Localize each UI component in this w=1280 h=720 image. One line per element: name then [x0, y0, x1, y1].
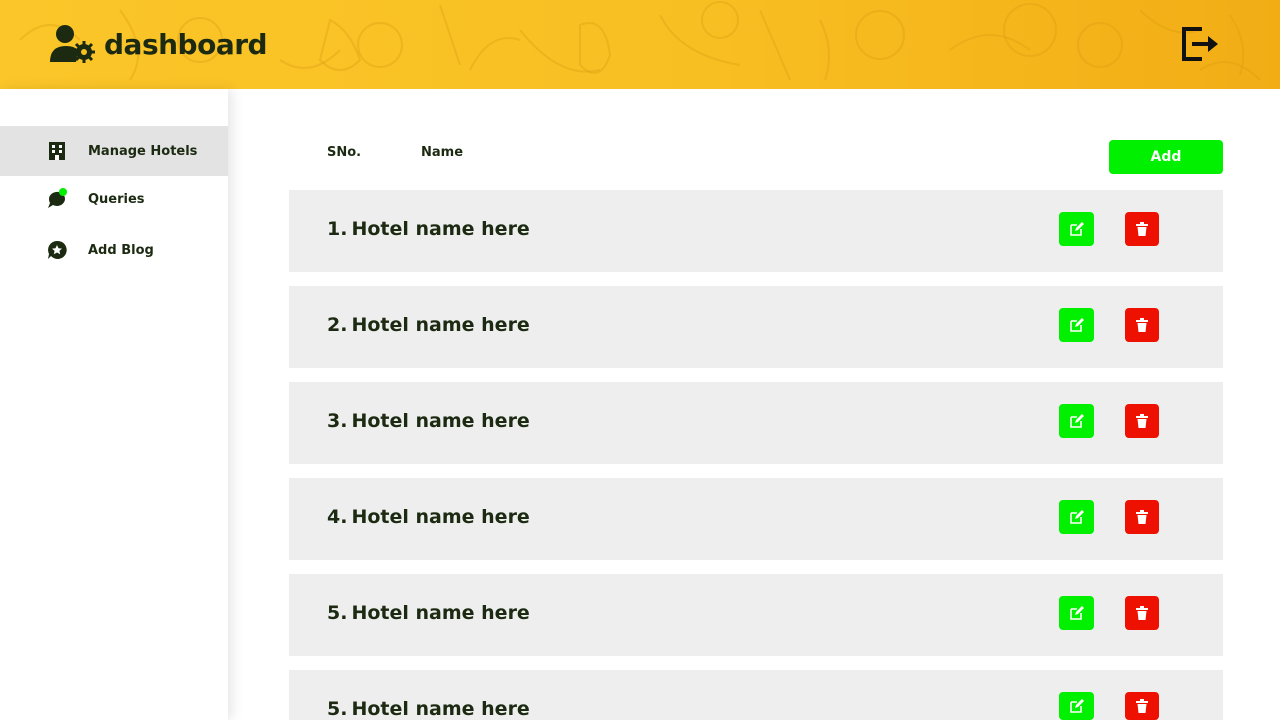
row-name-text: Hotel name here [351, 698, 530, 720]
delete-button[interactable] [1125, 692, 1159, 720]
edit-icon [1069, 699, 1084, 713]
trash-icon [1136, 699, 1148, 713]
delete-button[interactable] [1125, 596, 1159, 630]
hotel-name: 3. Hotel name here [327, 410, 530, 432]
trash-icon [1136, 510, 1148, 524]
edit-icon [1069, 414, 1084, 428]
row-number: 2. [327, 314, 348, 336]
table-row: 5. Hotel name here [289, 574, 1223, 656]
edit-icon [1069, 510, 1084, 524]
hotel-name: 4. Hotel name here [327, 506, 530, 528]
edit-button[interactable] [1059, 692, 1094, 720]
user-gear-icon [50, 25, 95, 63]
sidebar-item-label: Queries [88, 191, 145, 207]
page-title: dashboard [104, 27, 268, 61]
sidebar-item-label: Add Blog [88, 242, 154, 258]
table-row: 4. Hotel name here [289, 478, 1223, 560]
column-header-name: Name [421, 145, 464, 160]
sidebar-item-label: Manage Hotels [88, 143, 198, 159]
chat-icon [48, 188, 67, 208]
row-name-text: Hotel name here [351, 506, 530, 528]
row-number: 3. [327, 410, 348, 432]
table-row: 2. Hotel name here [289, 286, 1223, 368]
sidebar: Manage Hotels Queries Add Blog [0, 89, 228, 720]
row-number: 4. [327, 506, 348, 528]
edit-icon [1069, 222, 1084, 236]
add-button[interactable]: Add [1109, 140, 1223, 174]
column-header-sno: SNo. [327, 145, 362, 160]
table-row: 3. Hotel name here [289, 382, 1223, 464]
table-row: 5. Hotel name here [289, 670, 1223, 720]
hotel-name: 5. Hotel name here [327, 602, 530, 624]
edit-icon [1069, 606, 1084, 620]
row-number: 5. [327, 602, 348, 624]
edit-button[interactable] [1059, 500, 1094, 534]
delete-button[interactable] [1125, 404, 1159, 438]
row-name-text: Hotel name here [351, 602, 530, 624]
table-row: 1. Hotel name here [289, 190, 1223, 272]
delete-button[interactable] [1125, 212, 1159, 246]
logout-icon[interactable] [1180, 26, 1220, 62]
edit-icon [1069, 318, 1084, 332]
row-name-text: Hotel name here [351, 218, 530, 240]
edit-button[interactable] [1059, 308, 1094, 342]
sidebar-item-queries[interactable]: Queries [0, 174, 228, 224]
hotel-name: 1. Hotel name here [327, 218, 530, 240]
edit-button[interactable] [1059, 596, 1094, 630]
delete-button[interactable] [1125, 500, 1159, 534]
row-number: 1. [327, 218, 348, 240]
trash-icon [1136, 318, 1148, 332]
row-name-text: Hotel name here [351, 314, 530, 336]
delete-button[interactable] [1125, 308, 1159, 342]
row-name-text: Hotel name here [351, 410, 530, 432]
trash-icon [1136, 414, 1148, 428]
trash-icon [1136, 222, 1148, 236]
hotel-name: 5. Hotel name here [327, 698, 530, 720]
sidebar-item-manage-hotels[interactable]: Manage Hotels [0, 126, 228, 176]
header-bar: dashboard [0, 0, 1280, 89]
edit-button[interactable] [1059, 212, 1094, 246]
row-number: 5. [327, 698, 348, 720]
trash-icon [1136, 606, 1148, 620]
edit-button[interactable] [1059, 404, 1094, 438]
sidebar-item-add-blog[interactable]: Add Blog [0, 225, 228, 275]
star-chat-icon [48, 240, 67, 259]
hotel-name: 2. Hotel name here [327, 314, 530, 336]
brand: dashboard [50, 24, 268, 64]
hotel-icon [49, 142, 65, 160]
